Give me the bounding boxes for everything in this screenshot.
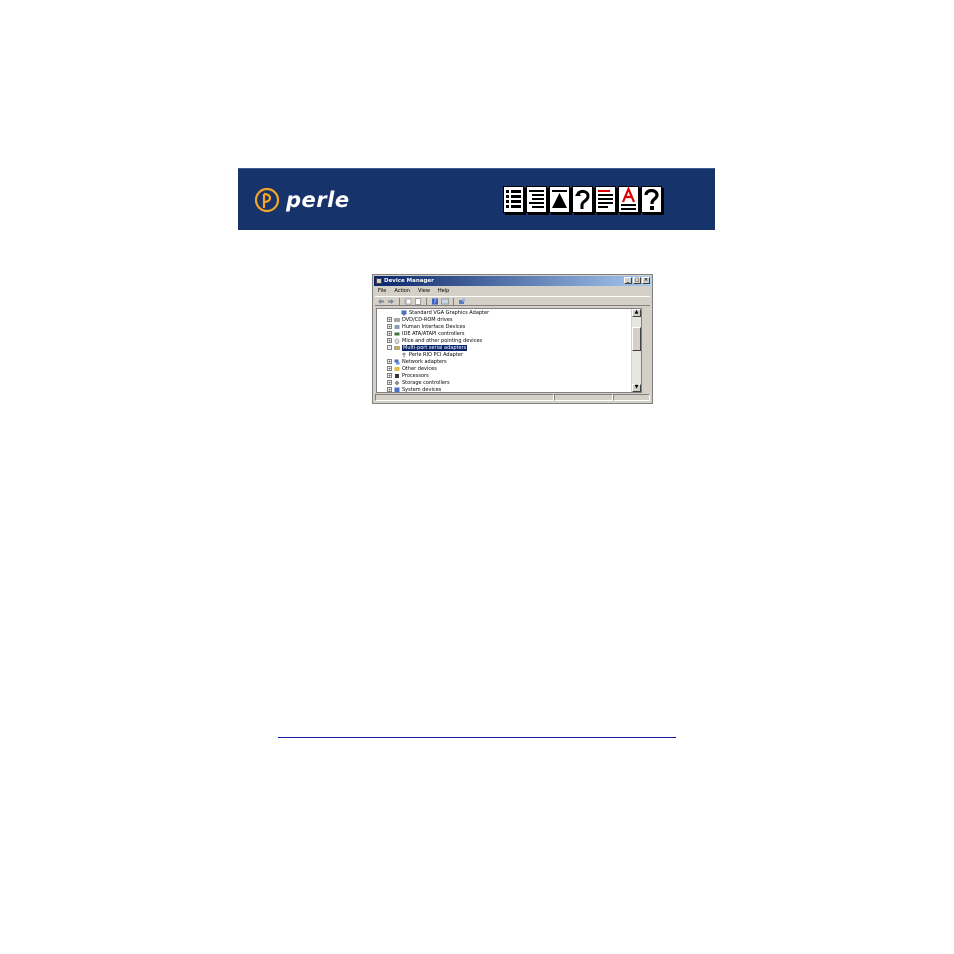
expand-toggle[interactable]: +: [387, 317, 392, 322]
processor-icon: [395, 373, 399, 378]
toolbar-separator: [426, 297, 427, 305]
dvd-drive-icon: [394, 317, 400, 322]
tree-item[interactable]: Standard VGA Graphics Adapter: [401, 309, 489, 316]
system-devices-icon: [394, 387, 400, 392]
expand-toggle[interactable]: +: [387, 373, 392, 378]
tree-item[interactable]: + Other devices: [387, 365, 437, 372]
contents-icon[interactable]: [503, 186, 524, 213]
device-tree: Standard VGA Graphics Adapter + DVD/CD-R…: [376, 308, 642, 393]
svg-text:?: ?: [434, 299, 437, 305]
toolbar-separator: [453, 297, 454, 305]
expand-toggle[interactable]: +: [387, 359, 392, 364]
index-icon[interactable]: [526, 186, 547, 213]
perle-banner: perle: [238, 168, 715, 230]
tree-item[interactable]: + Mice and other pointing devices: [387, 337, 482, 344]
forward-arrow-icon[interactable]: [387, 298, 395, 305]
window-title: Device Manager: [384, 278, 434, 284]
top-icon[interactable]: [549, 186, 570, 213]
expand-toggle[interactable]: +: [387, 366, 392, 371]
pci-adapter-icon: [402, 352, 406, 357]
menu-help[interactable]: Help: [438, 287, 449, 295]
serial-adapter-icon: [394, 345, 400, 350]
expand-toggle[interactable]: +: [387, 387, 392, 392]
device-manager-icon: [376, 278, 382, 284]
display-adapter-icon: [401, 310, 407, 315]
status-bar: [375, 394, 650, 402]
network-adapter-icon: [394, 359, 400, 364]
expand-toggle[interactable]: +: [387, 338, 392, 343]
other-devices-icon: [394, 366, 400, 371]
close-button[interactable]: ×: [642, 277, 650, 284]
show-hide-console-icon[interactable]: [404, 298, 412, 305]
mouse-icon: [394, 338, 400, 344]
window-toolbar: ?: [375, 296, 650, 306]
properties-icon[interactable]: [414, 297, 422, 305]
menu-file[interactable]: File: [378, 287, 386, 295]
tree-item[interactable]: + Storage controllers: [387, 379, 450, 386]
device-manager-window: Device Manager _ □ × File Action View He…: [372, 274, 653, 404]
perle-logo-icon: [254, 187, 280, 213]
collapse-toggle[interactable]: -: [387, 345, 392, 350]
scroll-up-button[interactable]: ▲: [632, 309, 641, 317]
console-view-icon[interactable]: [441, 298, 449, 305]
maximize-button[interactable]: □: [633, 277, 641, 284]
menu-action[interactable]: Action: [394, 287, 410, 295]
status-cell: [613, 394, 650, 401]
menu-bar: File Action View Help: [375, 287, 449, 295]
glossary-icon[interactable]: [618, 186, 639, 213]
back-arrow-icon[interactable]: [377, 298, 385, 305]
toolbar-separator: [399, 297, 400, 305]
tree-item[interactable]: + IDE ATA/ATAPI controllers: [387, 330, 465, 337]
scan-hardware-icon[interactable]: [458, 297, 466, 305]
menu-view[interactable]: View: [418, 287, 430, 295]
expand-toggle[interactable]: +: [387, 331, 392, 336]
scroll-thumb[interactable]: [632, 327, 641, 351]
vertical-scrollbar[interactable]: ▲ ▼: [631, 309, 641, 392]
status-cell: [375, 394, 554, 401]
status-cell: [553, 394, 614, 401]
help-topics-icon[interactable]: ?: [431, 298, 439, 305]
tree-item[interactable]: + Processors: [387, 372, 429, 379]
help-icon[interactable]: [641, 186, 662, 213]
expand-toggle[interactable]: +: [387, 380, 392, 385]
window-titlebar[interactable]: Device Manager _ □ ×: [374, 276, 651, 286]
tree-item-selected[interactable]: - Multi-port serial adapters: [387, 344, 468, 351]
storage-controller-icon: [394, 380, 400, 385]
back-icon[interactable]: [572, 186, 593, 213]
tree-item[interactable]: + DVD/CD-ROM drives: [387, 316, 452, 323]
window-controls: _ □ ×: [624, 277, 650, 284]
tree-item[interactable]: + Human Interface Devices: [387, 323, 465, 330]
list-of-figures-icon[interactable]: [595, 186, 616, 213]
tree-item[interactable]: Perle RIO PCI Adapter: [401, 351, 463, 358]
perle-logo-text: perle: [286, 188, 350, 212]
perle-logo: perle: [254, 185, 350, 215]
footer-rule: [278, 737, 676, 738]
hid-icon: [394, 324, 400, 329]
tree-item[interactable]: + Network adapters: [387, 358, 447, 365]
expand-toggle[interactable]: +: [387, 324, 392, 329]
doc-nav-toolbar: [503, 186, 662, 213]
scroll-down-button[interactable]: ▼: [632, 384, 641, 392]
minimize-button[interactable]: _: [624, 277, 632, 284]
ide-controller-icon: [394, 332, 400, 335]
tree-item[interactable]: + System devices: [387, 386, 441, 392]
